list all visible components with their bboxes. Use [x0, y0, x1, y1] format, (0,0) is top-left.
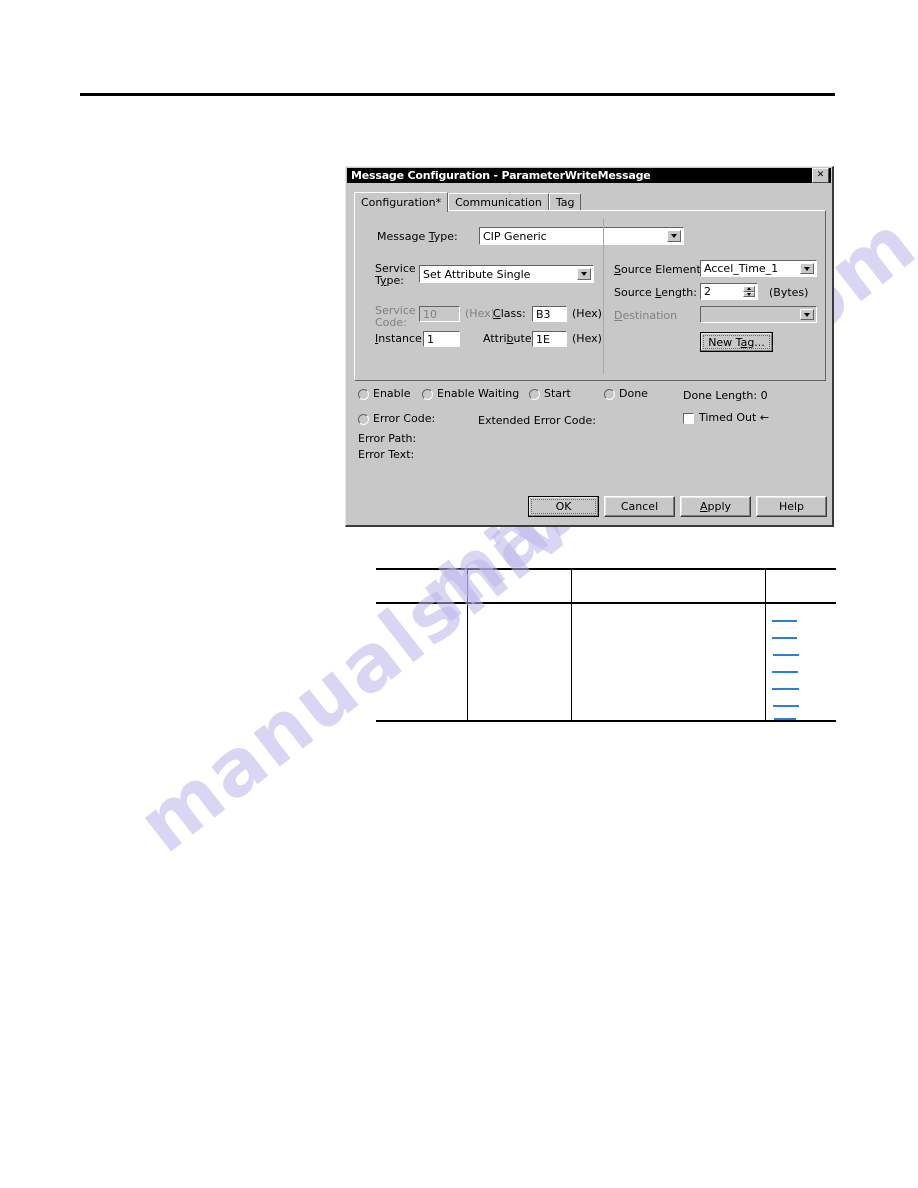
new-tag-button-label: New Tag... [708, 335, 765, 349]
table-header-border [376, 602, 836, 604]
checkbox-icon[interactable] [683, 412, 694, 424]
link-mark[interactable] [772, 688, 799, 690]
help-button-label: Help [778, 500, 805, 513]
service-code-value: 10 [423, 307, 437, 321]
timed-out-label: Timed Out ← [699, 411, 770, 424]
ok-button-label: OK [555, 500, 572, 513]
status-done-label: Done [619, 387, 648, 400]
new-tag-button[interactable]: New Tag... [700, 332, 773, 352]
document-table [376, 568, 836, 723]
error-path-label: Error Path: [358, 432, 417, 445]
tab-tag[interactable]: Tag [548, 193, 582, 211]
source-element-label: Source Element: [614, 263, 705, 276]
chevron-down-icon [800, 309, 814, 320]
source-length-spinner[interactable]: 2 [700, 283, 758, 300]
spinner-down-icon[interactable] [743, 291, 755, 297]
class-input[interactable]: B3 [532, 306, 567, 322]
tab-communication-label: Communication [455, 196, 542, 209]
radio-icon[interactable] [529, 388, 540, 400]
source-element-combo[interactable]: Accel_Time_1 [700, 260, 817, 277]
link-mark[interactable] [773, 705, 799, 707]
destination-combo [700, 306, 817, 323]
link-mark[interactable] [774, 718, 796, 720]
configuration-panel: Message Type: CIP Generic Service Type: … [354, 210, 826, 381]
extended-error-code-label: Extended Error Code: [478, 414, 596, 427]
tab-configuration[interactable]: Configuration* [354, 192, 449, 212]
tab-tag-label: Tag [555, 196, 575, 209]
attribute-label: Attribute: [483, 332, 536, 345]
message-type-value: CIP Generic [483, 229, 547, 243]
tab-communication[interactable]: Communication [448, 193, 549, 211]
table-bottom-border [376, 720, 836, 722]
dialog-title: Message Configuration - ParameterWriteMe… [351, 169, 651, 182]
table-top-border [376, 568, 836, 570]
service-type-value: Set Attribute Single [423, 267, 531, 281]
service-code-hex-label: (Hex) [465, 307, 495, 320]
tab-configuration-label: Configuration* [361, 196, 442, 209]
ok-button[interactable]: OK [528, 496, 599, 517]
cancel-button-label: Cancel [620, 500, 659, 513]
source-length-label: Source Length: [614, 286, 697, 299]
timed-out-checkbox[interactable]: Timed Out ← [683, 412, 769, 424]
help-button[interactable]: Help [756, 496, 827, 517]
close-icon[interactable]: ✕ [812, 168, 829, 183]
tab-strip: Configuration* Communication Tag [354, 192, 826, 212]
radio-icon[interactable] [422, 388, 433, 400]
message-type-label: Message Type: [377, 230, 458, 243]
class-hex-label: (Hex) [572, 307, 602, 320]
service-code-label-line2: Code: [375, 316, 407, 329]
done-length-label: Done Length: 0 [683, 389, 768, 402]
instance-label: Instance: [375, 332, 426, 345]
link-mark[interactable] [772, 637, 797, 639]
attribute-value: 1E [536, 332, 550, 346]
cancel-button[interactable]: Cancel [604, 496, 675, 517]
status-done[interactable]: Done [604, 388, 648, 400]
message-configuration-dialog: Message Configuration - ParameterWriteMe… [345, 166, 834, 527]
attribute-input[interactable]: 1E [532, 331, 567, 347]
radio-icon[interactable] [358, 413, 369, 425]
spinner-buttons[interactable] [743, 286, 755, 297]
instance-input[interactable]: 1 [423, 331, 460, 347]
status-enable-waiting-label: Enable Waiting [437, 387, 520, 400]
status-error-code[interactable]: Error Code: [358, 413, 435, 425]
attribute-hex-label: (Hex) [572, 332, 602, 345]
class-value: B3 [536, 307, 551, 321]
service-type-combo[interactable]: Set Attribute Single [419, 265, 594, 283]
destination-label: Destination [614, 309, 678, 322]
chevron-down-icon[interactable] [667, 230, 681, 242]
status-enable-label: Enable [373, 387, 411, 400]
source-element-value: Accel_Time_1 [704, 262, 779, 275]
message-type-combo[interactable]: CIP Generic [479, 227, 684, 245]
link-mark[interactable] [772, 671, 798, 673]
service-code-input: 10 [419, 306, 460, 322]
chevron-down-icon[interactable] [800, 263, 814, 274]
table-col-divider-2 [571, 570, 572, 720]
class-label: Class: [493, 307, 526, 320]
status-start-label: Start [544, 387, 571, 400]
radio-icon[interactable] [604, 388, 615, 400]
status-enable-waiting[interactable]: Enable Waiting [422, 388, 519, 400]
link-mark[interactable] [772, 620, 797, 622]
error-text-label: Error Text: [358, 448, 415, 461]
panel-divider [603, 219, 604, 374]
apply-button[interactable]: Apply [680, 496, 751, 517]
table-col-divider-3 [765, 570, 766, 720]
status-enable[interactable]: Enable [358, 388, 410, 400]
table-col-divider-1 [467, 570, 468, 720]
service-type-label-line2: Type: [375, 274, 404, 287]
link-mark[interactable] [773, 654, 799, 656]
page-header-rule [80, 93, 835, 96]
source-length-units-label: (Bytes) [769, 286, 809, 299]
status-error-code-label: Error Code: [373, 412, 436, 425]
source-length-value: 2 [704, 285, 711, 298]
dialog-titlebar[interactable]: Message Configuration - ParameterWriteMe… [347, 168, 831, 183]
apply-button-label: Apply [699, 500, 732, 513]
radio-icon[interactable] [358, 388, 369, 400]
instance-value: 1 [427, 332, 434, 346]
chevron-down-icon[interactable] [577, 268, 591, 280]
status-start[interactable]: Start [529, 388, 571, 400]
